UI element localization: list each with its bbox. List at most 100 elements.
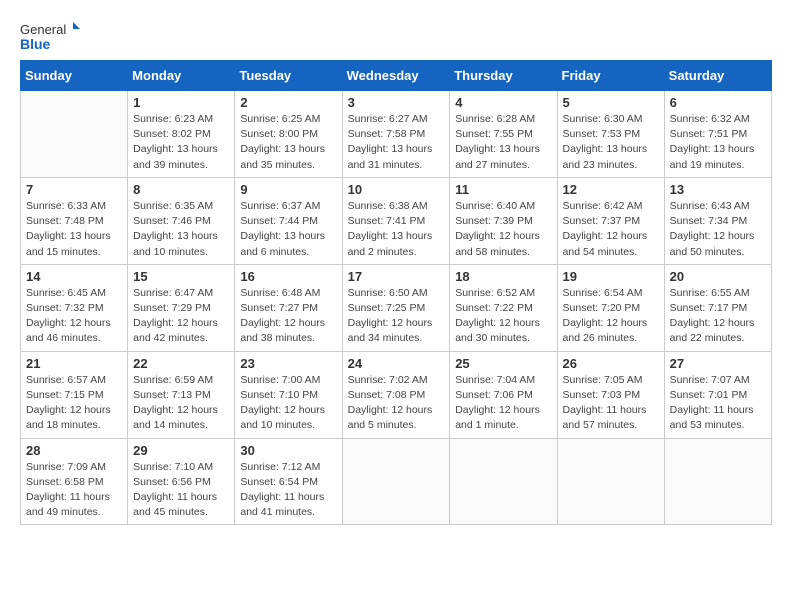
day-info: Sunrise: 6:59 AM Sunset: 7:13 PM Dayligh… bbox=[133, 373, 229, 434]
day-info: Sunrise: 7:12 AM Sunset: 6:54 PM Dayligh… bbox=[240, 460, 336, 521]
calendar-cell: 17Sunrise: 6:50 AM Sunset: 7:25 PM Dayli… bbox=[342, 264, 450, 351]
day-number: 26 bbox=[563, 356, 659, 371]
day-number: 28 bbox=[26, 443, 122, 458]
day-info: Sunrise: 6:38 AM Sunset: 7:41 PM Dayligh… bbox=[348, 199, 445, 260]
calendar-cell: 16 Sunrise: 6:48 AM Sunset: 7:27 PM Dayli… bbox=[235, 264, 342, 351]
calendar-cell: 8 Sunrise: 6:35 AM Sunset: 7:46 PM Daylig… bbox=[128, 177, 235, 264]
day-number: 20 bbox=[670, 269, 766, 284]
header-thursday: Thursday bbox=[450, 61, 557, 91]
day-number: 22 bbox=[133, 356, 229, 371]
calendar-cell bbox=[664, 438, 771, 525]
day-info: Sunrise: 7:09 AM Sunset: 6:58 PM Dayligh… bbox=[26, 460, 122, 521]
day-info: Sunrise: 6:35 AM Sunset: 7:46 PM Dayligh… bbox=[133, 199, 229, 260]
calendar-cell: 23 Sunrise: 7:00 AM Sunset: 7:10 PM Dayli… bbox=[235, 351, 342, 438]
day-info: Sunrise: 7:00 AM Sunset: 7:10 PM Dayligh… bbox=[240, 373, 336, 434]
day-number: 8 bbox=[133, 182, 229, 197]
week-row-0: 1 Sunrise: 6:23 AM Sunset: 8:02 PM Daylig… bbox=[21, 91, 772, 178]
logo: General Blue bbox=[20, 18, 80, 54]
calendar-cell bbox=[342, 438, 450, 525]
calendar-cell bbox=[450, 438, 557, 525]
calendar-cell: 25 Sunrise: 7:04 AM Sunset: 7:06 PM Dayli… bbox=[450, 351, 557, 438]
day-number: 6 bbox=[670, 95, 766, 110]
calendar-cell: 14 Sunrise: 6:45 AM Sunset: 7:32 PM Dayli… bbox=[21, 264, 128, 351]
calendar-cell: 24 Sunrise: 7:02 AM Sunset: 7:08 PM Dayli… bbox=[342, 351, 450, 438]
calendar-cell: 27Sunrise: 7:07 AM Sunset: 7:01 PM Dayli… bbox=[664, 351, 771, 438]
day-info: Sunrise: 7:10 AM Sunset: 6:56 PM Dayligh… bbox=[133, 460, 229, 521]
week-row-4: 28 Sunrise: 7:09 AM Sunset: 6:58 PM Dayli… bbox=[21, 438, 772, 525]
day-number: 25 bbox=[455, 356, 551, 371]
day-info: Sunrise: 6:23 AM Sunset: 8:02 PM Dayligh… bbox=[133, 112, 229, 173]
day-number: 9 bbox=[240, 182, 336, 197]
day-number: 30 bbox=[240, 443, 336, 458]
calendar-cell: 13 Sunrise: 6:43 AM Sunset: 7:34 PM Dayli… bbox=[664, 177, 771, 264]
calendar-cell: 9 Sunrise: 6:37 AM Sunset: 7:44 PM Daylig… bbox=[235, 177, 342, 264]
day-info: Sunrise: 6:27 AM Sunset: 7:58 PM Dayligh… bbox=[348, 112, 445, 173]
day-info: Sunrise: 6:54 AM Sunset: 7:20 PM Dayligh… bbox=[563, 286, 659, 347]
day-number: 5 bbox=[563, 95, 659, 110]
svg-text:General: General bbox=[20, 22, 66, 37]
day-number: 12 bbox=[563, 182, 659, 197]
day-number: 10 bbox=[348, 182, 445, 197]
day-number: 18 bbox=[455, 269, 551, 284]
day-number: 21 bbox=[26, 356, 122, 371]
calendar-cell: 29Sunrise: 7:10 AM Sunset: 6:56 PM Dayli… bbox=[128, 438, 235, 525]
calendar-cell: 15Sunrise: 6:47 AM Sunset: 7:29 PM Dayli… bbox=[128, 264, 235, 351]
header-saturday: Saturday bbox=[664, 61, 771, 91]
day-info: Sunrise: 6:48 AM Sunset: 7:27 PM Dayligh… bbox=[240, 286, 336, 347]
day-number: 4 bbox=[455, 95, 551, 110]
calendar-cell: 12Sunrise: 6:42 AM Sunset: 7:37 PM Dayli… bbox=[557, 177, 664, 264]
day-info: Sunrise: 7:02 AM Sunset: 7:08 PM Dayligh… bbox=[348, 373, 445, 434]
calendar-cell: 6 Sunrise: 6:32 AM Sunset: 7:51 PM Daylig… bbox=[664, 91, 771, 178]
header-friday: Friday bbox=[557, 61, 664, 91]
day-info: Sunrise: 7:04 AM Sunset: 7:06 PM Dayligh… bbox=[455, 373, 551, 434]
header-wednesday: Wednesday bbox=[342, 61, 450, 91]
calendar-cell: 10 Sunrise: 6:38 AM Sunset: 7:41 PM Dayli… bbox=[342, 177, 450, 264]
calendar-cell: 21 Sunrise: 6:57 AM Sunset: 7:15 PM Dayli… bbox=[21, 351, 128, 438]
day-number: 3 bbox=[348, 95, 445, 110]
svg-text:Blue: Blue bbox=[20, 36, 51, 52]
day-info: Sunrise: 6:37 AM Sunset: 7:44 PM Dayligh… bbox=[240, 199, 336, 260]
header-sunday: Sunday bbox=[21, 61, 128, 91]
calendar-cell: 19 Sunrise: 6:54 AM Sunset: 7:20 PM Dayli… bbox=[557, 264, 664, 351]
calendar-cell: 11 Sunrise: 6:40 AM Sunset: 7:39 PM Dayli… bbox=[450, 177, 557, 264]
calendar-table: SundayMondayTuesdayWednesdayThursdayFrid… bbox=[20, 60, 772, 525]
calendar-cell: 5 Sunrise: 6:30 AM Sunset: 7:53 PM Daylig… bbox=[557, 91, 664, 178]
day-number: 2 bbox=[240, 95, 336, 110]
calendar-header-row: SundayMondayTuesdayWednesdayThursdayFrid… bbox=[21, 61, 772, 91]
calendar-cell: 2Sunrise: 6:25 AM Sunset: 8:00 PM Daylig… bbox=[235, 91, 342, 178]
day-number: 27 bbox=[670, 356, 766, 371]
week-row-1: 7Sunrise: 6:33 AM Sunset: 7:48 PM Daylig… bbox=[21, 177, 772, 264]
day-info: Sunrise: 6:52 AM Sunset: 7:22 PM Dayligh… bbox=[455, 286, 551, 347]
day-info: Sunrise: 6:57 AM Sunset: 7:15 PM Dayligh… bbox=[26, 373, 122, 434]
day-number: 7 bbox=[26, 182, 122, 197]
day-info: Sunrise: 6:28 AM Sunset: 7:55 PM Dayligh… bbox=[455, 112, 551, 173]
calendar-cell: 4 Sunrise: 6:28 AM Sunset: 7:55 PM Daylig… bbox=[450, 91, 557, 178]
day-number: 19 bbox=[563, 269, 659, 284]
day-number: 16 bbox=[240, 269, 336, 284]
day-number: 13 bbox=[670, 182, 766, 197]
calendar-cell: 7Sunrise: 6:33 AM Sunset: 7:48 PM Daylig… bbox=[21, 177, 128, 264]
day-number: 15 bbox=[133, 269, 229, 284]
header-monday: Monday bbox=[128, 61, 235, 91]
day-number: 11 bbox=[455, 182, 551, 197]
day-number: 23 bbox=[240, 356, 336, 371]
day-number: 1 bbox=[133, 95, 229, 110]
logo-svg: General Blue bbox=[20, 18, 80, 54]
day-info: Sunrise: 6:45 AM Sunset: 7:32 PM Dayligh… bbox=[26, 286, 122, 347]
day-info: Sunrise: 6:43 AM Sunset: 7:34 PM Dayligh… bbox=[670, 199, 766, 260]
day-number: 14 bbox=[26, 269, 122, 284]
page: General Blue SundayMondayTuesdayWednesda… bbox=[0, 0, 792, 539]
calendar-cell bbox=[21, 91, 128, 178]
calendar-cell: 30 Sunrise: 7:12 AM Sunset: 6:54 PM Dayli… bbox=[235, 438, 342, 525]
day-number: 24 bbox=[348, 356, 445, 371]
calendar-cell: 20 Sunrise: 6:55 AM Sunset: 7:17 PM Dayli… bbox=[664, 264, 771, 351]
week-row-3: 21 Sunrise: 6:57 AM Sunset: 7:15 PM Dayli… bbox=[21, 351, 772, 438]
calendar-cell: 26 Sunrise: 7:05 AM Sunset: 7:03 PM Dayli… bbox=[557, 351, 664, 438]
calendar-cell: 1 Sunrise: 6:23 AM Sunset: 8:02 PM Daylig… bbox=[128, 91, 235, 178]
header: General Blue bbox=[20, 18, 772, 54]
day-info: Sunrise: 7:05 AM Sunset: 7:03 PM Dayligh… bbox=[563, 373, 659, 434]
day-info: Sunrise: 6:40 AM Sunset: 7:39 PM Dayligh… bbox=[455, 199, 551, 260]
day-info: Sunrise: 6:30 AM Sunset: 7:53 PM Dayligh… bbox=[563, 112, 659, 173]
day-info: Sunrise: 6:55 AM Sunset: 7:17 PM Dayligh… bbox=[670, 286, 766, 347]
day-info: Sunrise: 6:32 AM Sunset: 7:51 PM Dayligh… bbox=[670, 112, 766, 173]
